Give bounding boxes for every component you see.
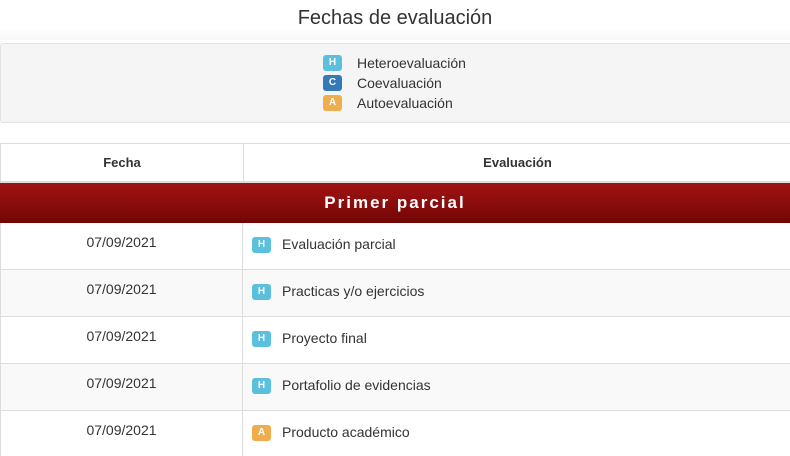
- page: Fechas de evaluación H Heteroevaluación …: [0, 0, 790, 456]
- date-cell: 07/09/2021: [1, 411, 243, 456]
- legend-label-autoeval: Autoevaluación: [357, 95, 453, 111]
- evaluation-cell: A Producto académico: [252, 422, 410, 441]
- autoeval-badge: A: [252, 425, 271, 441]
- hetero-badge: H: [323, 55, 342, 71]
- evaluation-cell: H Proyecto final: [252, 328, 367, 347]
- legend-item-hetero: H Heteroevaluación: [323, 55, 466, 71]
- coeval-badge: C: [323, 75, 342, 91]
- evaluation-name: Evaluación parcial: [282, 235, 396, 252]
- column-header-fecha: Fecha: [1, 144, 244, 181]
- evaluation-cell: H Portafolio de evidencias: [252, 375, 431, 394]
- table-row: 07/09/2021 A Producto académico: [0, 411, 790, 456]
- table-row: 07/09/2021 H Portafolio de evidencias: [0, 364, 790, 411]
- hetero-badge: H: [252, 237, 271, 253]
- legend-label-hetero: Heteroevaluación: [357, 55, 466, 71]
- table-row: 07/09/2021 H Evaluación parcial: [0, 223, 790, 270]
- legend-item-coeval: C Coevaluación: [323, 75, 442, 91]
- evaluation-name: Practicas y/o ejercicios: [282, 282, 425, 299]
- evaluation-name: Producto académico: [282, 423, 410, 440]
- table-header: Fecha Evaluación: [0, 143, 790, 183]
- date-cell: 07/09/2021: [1, 317, 243, 363]
- legend-item-autoeval: A Autoevaluación: [323, 95, 453, 111]
- autoeval-badge: A: [323, 95, 342, 111]
- legend-label-coeval: Coevaluación: [357, 75, 442, 91]
- evaluation-table: Fecha Evaluación Primer parcial 07/09/20…: [0, 143, 790, 456]
- legend-panel: H Heteroevaluación C Coevaluación A Auto…: [0, 43, 790, 123]
- page-title: Fechas de evaluación: [297, 7, 493, 29]
- column-header-evaluacion: Evaluación: [483, 155, 552, 170]
- evaluation-cell: H Practicas y/o ejercicios: [252, 281, 424, 300]
- date-cell: 07/09/2021: [1, 364, 243, 410]
- hetero-badge: H: [252, 284, 271, 300]
- hetero-badge: H: [252, 331, 271, 347]
- table-row: 07/09/2021 H Proyecto final: [0, 317, 790, 364]
- hetero-badge: H: [252, 378, 271, 394]
- date-cell: 07/09/2021: [1, 270, 243, 316]
- evaluation-name: Portafolio de evidencias: [282, 376, 431, 393]
- table-row: 07/09/2021 H Practicas y/o ejercicios: [0, 270, 790, 317]
- evaluation-cell: H Evaluación parcial: [252, 234, 396, 253]
- evaluation-name: Proyecto final: [282, 329, 367, 346]
- date-cell: 07/09/2021: [1, 223, 243, 269]
- section-header: Primer parcial: [0, 183, 790, 223]
